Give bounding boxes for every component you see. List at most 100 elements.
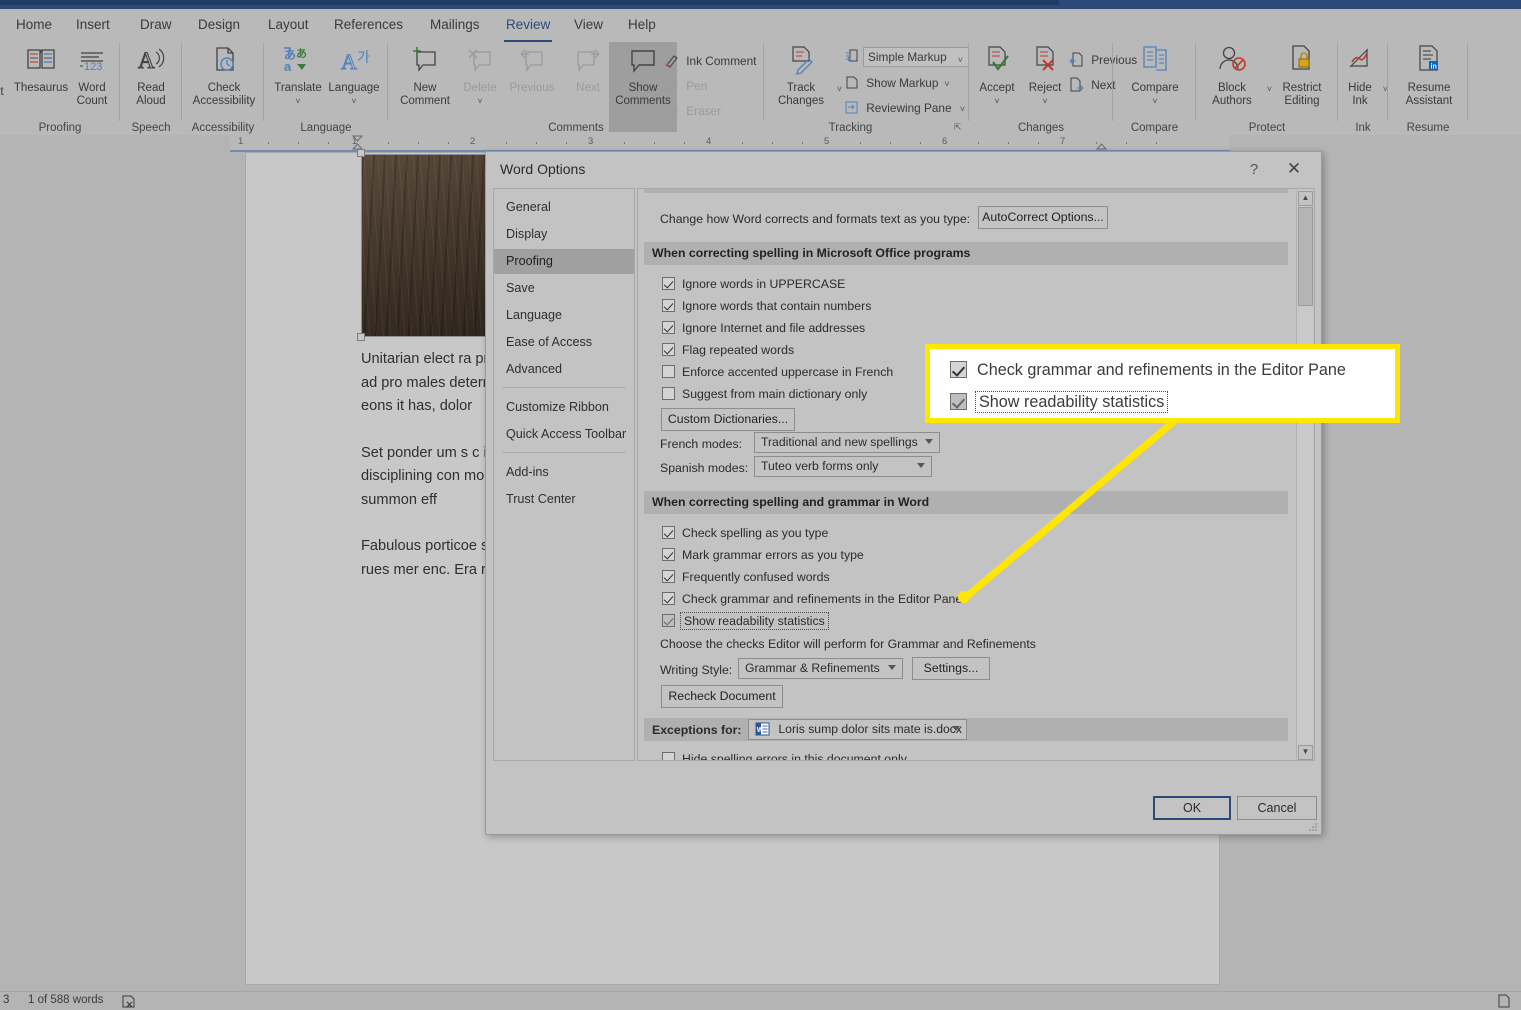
compare-button[interactable]: Compare ˅: [1122, 42, 1188, 107]
nav-item-ease-of-access[interactable]: Ease of Access: [494, 330, 634, 355]
checkbox-indicator[interactable]: [662, 387, 675, 400]
nav-item-advanced[interactable]: Advanced: [494, 357, 634, 382]
autocorrect-options-button[interactable]: AutoCorrect Options...: [978, 206, 1108, 229]
markup-mode-dropdown[interactable]: Simple Markup ˅: [863, 47, 969, 67]
accept-button[interactable]: Accept ˅: [971, 42, 1023, 107]
checkbox-check-grammar-editor-pane[interactable]: Check grammar and refinements in the Edi…: [662, 592, 962, 610]
callout-row-check-grammar[interactable]: Check grammar and refinements in the Edi…: [950, 361, 1346, 383]
tab-view[interactable]: View: [568, 15, 609, 40]
restrict-editing-button[interactable]: Restrict Editing: [1268, 42, 1336, 107]
proofing-errors-icon[interactable]: [122, 995, 136, 1010]
checkbox-ignore-uppercase[interactable]: Ignore words in UPPERCASE: [662, 277, 845, 295]
translate-button[interactable]: あ あ a Translate ˅: [267, 42, 329, 107]
reviewing-pane-button[interactable]: Reviewing Pane ˅: [844, 98, 965, 118]
track-changes-chevron-icon[interactable]: ˅: [837, 83, 842, 96]
checkbox-indicator[interactable]: [662, 548, 675, 561]
checkbox-hide-spelling-errors[interactable]: Hide spelling errors in this document on…: [662, 752, 907, 760]
compare-chevron-icon[interactable]: ˅: [1122, 95, 1188, 108]
cancel-button[interactable]: Cancel: [1237, 796, 1317, 820]
show-markup-chevron-icon[interactable]: ˅: [942, 79, 949, 89]
checkbox-main-dictionary[interactable]: Suggest from main dictionary only: [662, 387, 867, 405]
tab-help[interactable]: Help: [622, 15, 662, 40]
dialog-scrollbar[interactable]: ▲ ▼: [1296, 190, 1313, 760]
checkbox-indicator[interactable]: [950, 361, 967, 378]
horizontal-ruler[interactable]: 1 1 2 3 4 5 6 7: [230, 135, 1230, 150]
next-change-button[interactable]: Next: [1069, 75, 1116, 95]
language-button[interactable]: A 가 Language ˅: [322, 42, 386, 107]
tab-draw[interactable]: Draw: [134, 15, 178, 40]
checkbox-indicator[interactable]: [662, 570, 675, 583]
reviewing-pane-chevron-icon[interactable]: ˅: [955, 104, 965, 114]
checkbox-accented-uppercase[interactable]: Enforce accented uppercase in French: [662, 365, 893, 383]
nav-item-add-ins[interactable]: Add-ins: [494, 460, 634, 485]
ink-comment-button[interactable]: Ink Comment: [664, 51, 756, 71]
tab-layout[interactable]: Layout: [262, 15, 315, 40]
read-aloud-button[interactable]: A Read Aloud: [120, 42, 182, 107]
checkbox-indicator[interactable]: [662, 526, 675, 539]
document-image[interactable]: [361, 154, 503, 337]
checkbox-indicator[interactable]: [662, 752, 675, 760]
block-authors-button[interactable]: Block Authors ˅: [1198, 42, 1272, 107]
chevron-down-icon[interactable]: [888, 665, 896, 670]
nav-item-general[interactable]: General: [494, 195, 634, 220]
checkbox-indicator[interactable]: [662, 592, 675, 605]
nav-item-save[interactable]: Save: [494, 276, 634, 301]
word-count-button[interactable]: 123 Word Count: [64, 42, 120, 107]
tracking-dialog-launcher[interactable]: ⇱: [954, 122, 965, 133]
language-chevron-icon[interactable]: ˅: [322, 95, 386, 108]
chevron-down-icon[interactable]: [925, 439, 933, 444]
checkbox-indicator[interactable]: [662, 277, 675, 290]
chevron-down-icon[interactable]: [952, 726, 960, 731]
french-modes-dropdown[interactable]: Traditional and new spellings: [754, 432, 940, 453]
spanish-modes-dropdown[interactable]: Tuteo verb forms only: [754, 456, 932, 477]
accept-chevron-icon[interactable]: ˅: [971, 95, 1023, 108]
chevron-down-icon[interactable]: [917, 463, 925, 468]
hide-ink-button[interactable]: Hide Ink ˅: [1334, 42, 1388, 107]
close-icon[interactable]: ✕: [1279, 158, 1309, 182]
tab-mailings[interactable]: Mailings: [424, 15, 486, 40]
dialog-resize-grip[interactable]: [1307, 820, 1318, 831]
nav-item-display[interactable]: Display: [494, 222, 634, 247]
checkbox-indicator[interactable]: [662, 365, 675, 378]
callout-row-show-readability[interactable]: Show readability statistics: [950, 391, 1169, 415]
settings-button[interactable]: Settings...: [912, 657, 990, 680]
nav-item-customize-ribbon[interactable]: Customize Ribbon: [494, 395, 634, 420]
checkbox-frequently-confused-words[interactable]: Frequently confused words: [662, 570, 830, 588]
checkbox-flag-repeated[interactable]: Flag repeated words: [662, 343, 794, 361]
show-markup-button[interactable]: Show Markup ˅: [844, 73, 949, 93]
scrollbar-thumb[interactable]: [1298, 207, 1313, 306]
translate-chevron-icon[interactable]: ˅: [267, 95, 329, 108]
checkbox-check-spelling-as-you-type[interactable]: Check spelling as you type: [662, 526, 828, 544]
checkbox-mark-grammar-errors[interactable]: Mark grammar errors as you type: [662, 548, 864, 566]
help-icon[interactable]: ?: [1241, 158, 1267, 182]
tab-review[interactable]: Review: [500, 15, 556, 42]
reject-chevron-icon[interactable]: ˅: [1019, 95, 1071, 108]
resume-assistant-button[interactable]: in Resume Assistant: [1394, 42, 1464, 107]
nav-item-quick-access-toolbar[interactable]: Quick Access Toolbar: [494, 422, 634, 447]
nav-item-language[interactable]: Language: [494, 303, 634, 328]
status-word-count[interactable]: 1 of 588 words: [28, 994, 103, 1006]
new-comment-button[interactable]: New Comment: [393, 42, 457, 107]
scroll-down-arrow-icon[interactable]: ▼: [1298, 745, 1313, 760]
recheck-document-button[interactable]: Recheck Document: [661, 685, 783, 708]
tab-references[interactable]: References: [328, 15, 409, 40]
ok-button[interactable]: OK: [1153, 796, 1231, 820]
tab-home[interactable]: Home: [10, 15, 58, 40]
tab-design[interactable]: Design: [192, 15, 246, 40]
checkbox-indicator[interactable]: [950, 393, 967, 410]
view-mode-icon[interactable]: [1497, 994, 1511, 1010]
scroll-up-arrow-icon[interactable]: ▲: [1298, 191, 1313, 206]
image-handle-bottom-left[interactable]: [357, 333, 365, 341]
chevron-down-icon[interactable]: ˅: [958, 51, 963, 69]
check-accessibility-button[interactable]: Check Accessibility: [186, 42, 262, 107]
ruler-indent-marker[interactable]: [351, 135, 364, 150]
tab-insert[interactable]: Insert: [70, 15, 116, 40]
status-page-number[interactable]: 3: [3, 994, 9, 1006]
checkbox-indicator[interactable]: [662, 299, 675, 312]
nav-item-proofing[interactable]: Proofing: [494, 249, 634, 274]
reject-button[interactable]: Reject ˅: [1019, 42, 1071, 107]
checkbox-ignore-internet[interactable]: Ignore Internet and file addresses: [662, 321, 865, 339]
nav-item-trust-center[interactable]: Trust Center: [494, 487, 634, 512]
ruler-right-indent-marker[interactable]: [1095, 135, 1108, 150]
writing-style-dropdown[interactable]: Grammar & Refinements: [738, 658, 903, 679]
